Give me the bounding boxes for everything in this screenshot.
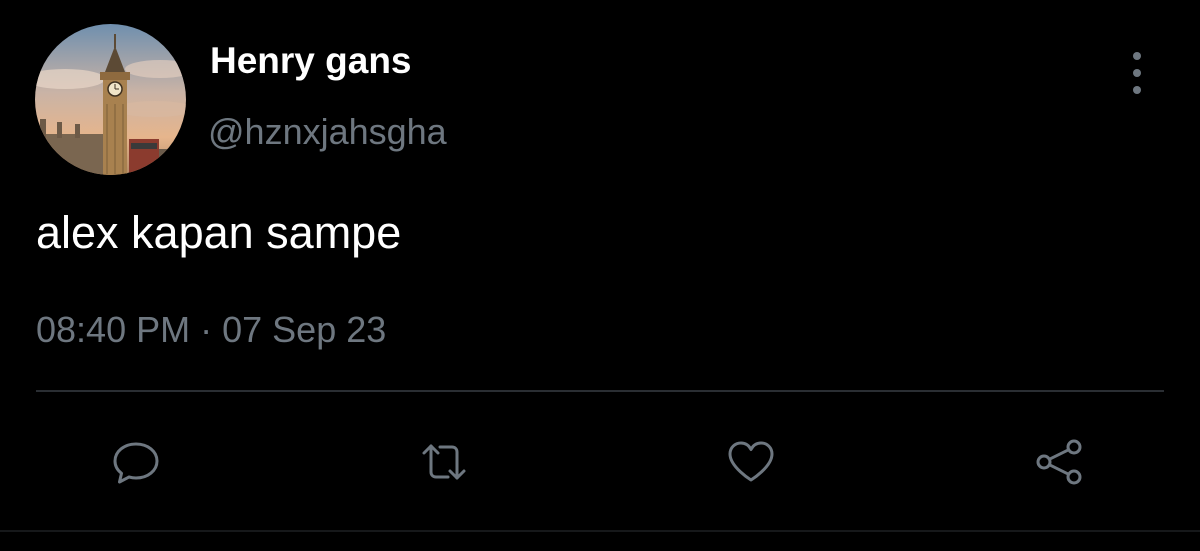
- like-button[interactable]: [721, 432, 781, 492]
- heart-icon: [728, 441, 774, 482]
- reply-button[interactable]: [106, 432, 166, 492]
- timestamp-separator: ·: [200, 309, 213, 350]
- author-handle[interactable]: @hznxjahsgha: [208, 111, 447, 153]
- bottom-divider: [0, 530, 1200, 532]
- retweet-button[interactable]: [414, 432, 474, 492]
- divider: [36, 390, 1164, 392]
- big-ben-avatar-icon: [35, 24, 186, 175]
- share-button[interactable]: [1030, 432, 1090, 492]
- speech-bubble-icon: [113, 442, 159, 484]
- avatar[interactable]: [35, 24, 186, 175]
- more-options-icon-dot-3: [1133, 86, 1141, 94]
- tweet-date: 07 Sep 23: [222, 309, 387, 350]
- tweet-card: Henry gans @hznxjahsgha alex kapan sampe…: [0, 0, 1200, 551]
- more-options-button[interactable]: [1118, 52, 1156, 94]
- tweet-time: 08:40 PM: [36, 309, 191, 350]
- retweet-arrows-icon: [422, 444, 466, 480]
- tweet-text: alex kapan sampe: [36, 207, 402, 258]
- tweet-timestamp: 08:40 PM · 07 Sep 23: [36, 309, 386, 351]
- more-options-icon-dot-2: [1133, 69, 1141, 77]
- share-nodes-icon: [1036, 439, 1082, 485]
- more-options-icon-dot-1: [1133, 52, 1141, 60]
- author-display-name[interactable]: Henry gans: [210, 40, 412, 82]
